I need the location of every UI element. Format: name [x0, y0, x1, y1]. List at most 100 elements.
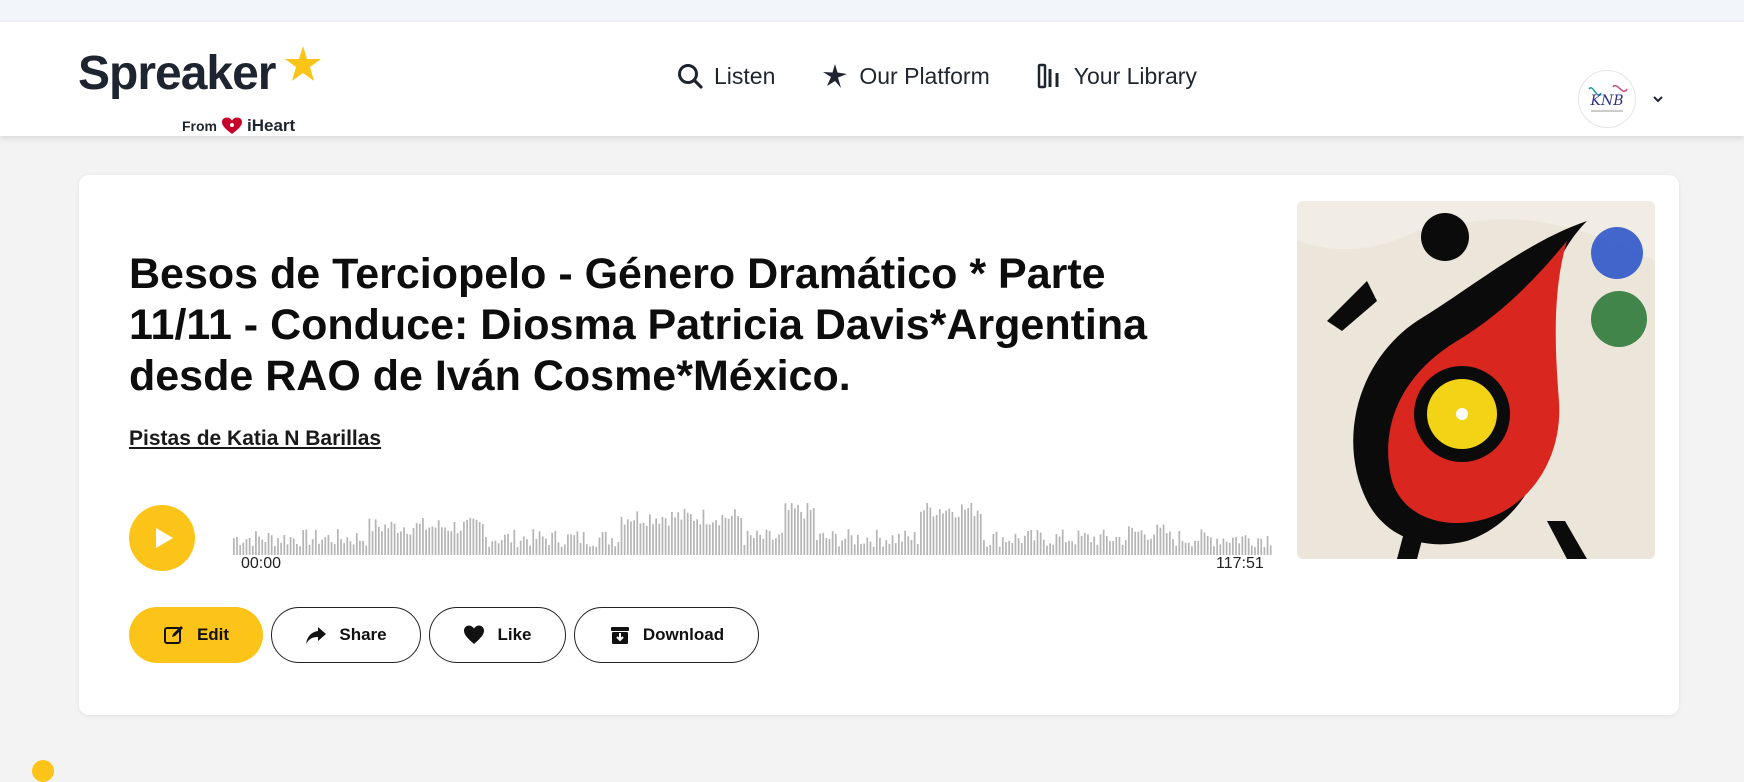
waveform-bar [942, 513, 944, 555]
waveform-bar [904, 530, 906, 555]
nav-your-library[interactable]: Your Library [1036, 62, 1197, 90]
waveform-bar [1099, 534, 1102, 555]
waveform-bar [866, 537, 869, 555]
waveform-bar [510, 542, 513, 555]
waveform-bar [712, 522, 714, 555]
waveform-bar [642, 522, 645, 555]
sparkle-icon [823, 64, 848, 88]
iheart-icon [222, 117, 242, 134]
waveform-bar [718, 525, 721, 555]
waveform-bar [1014, 533, 1017, 555]
waveform-bar [1269, 545, 1272, 555]
waveform-bar [459, 530, 462, 555]
waveform-bar [926, 503, 929, 555]
waveform-bar [995, 531, 998, 555]
waveform-bar [251, 545, 254, 555]
waveform-bar [1102, 529, 1105, 555]
waveform-bar [762, 538, 765, 555]
waveform-bar [989, 544, 992, 555]
waveform-bar [671, 511, 673, 555]
waveform-bar [333, 544, 336, 555]
waveform-bar [245, 539, 248, 555]
waveform-bar [894, 542, 897, 555]
waveform-bar [626, 519, 629, 555]
waveform-bar [1216, 538, 1218, 555]
spreaker-logo[interactable]: Spreaker From iHeart [78, 46, 321, 135]
waveform-bar [437, 520, 440, 555]
waveform-bar [415, 523, 418, 555]
waveform-bar [1071, 541, 1074, 555]
waveform-bar [664, 518, 667, 555]
waveform-bar [598, 537, 601, 555]
waveform-bar [289, 537, 292, 555]
waveform-bar [1134, 531, 1137, 555]
waveform-bar [768, 531, 771, 555]
waveform-bar [737, 516, 739, 555]
waveform-bar [488, 546, 490, 555]
waveform-bar [800, 511, 802, 555]
waveform-bar [343, 542, 346, 555]
waveform-bar [961, 504, 963, 555]
heart-icon [464, 625, 485, 644]
waveform-bar [803, 518, 806, 555]
time-total: 117:51 [1216, 555, 1264, 572]
share-button[interactable]: Share [271, 607, 421, 663]
waveform-bar [352, 544, 355, 555]
waveform-bar [396, 533, 399, 555]
user-menu[interactable]: KNB [1578, 70, 1666, 128]
waveform-bar [585, 544, 588, 555]
waveform-bar [1090, 542, 1092, 555]
episode-artwork[interactable] [1297, 201, 1655, 559]
waveform-bar [554, 530, 557, 555]
waveform-bar [699, 524, 702, 555]
waveform-bar [1266, 535, 1269, 555]
waveform-bar [743, 545, 746, 555]
waveform-bar [311, 539, 314, 555]
waveform-bar [781, 532, 784, 555]
corner-indicator [32, 760, 54, 782]
podcast-link[interactable]: Pistas de Katia N Barillas [129, 427, 381, 451]
waveform-bar [409, 534, 412, 555]
waveform-bar [652, 524, 654, 555]
waveform-bar [469, 517, 472, 555]
waveform-bar [371, 531, 374, 555]
edit-button[interactable]: Edit [129, 607, 263, 663]
waveform-bar [954, 517, 957, 555]
waveform-bar [604, 531, 607, 555]
waveform-bar [869, 541, 872, 555]
waveform-bar [1200, 529, 1203, 555]
avatar[interactable]: KNB [1578, 70, 1636, 128]
logo-wordmark: Spreaker [78, 47, 276, 100]
waveform-bar [765, 529, 768, 555]
waveform-bar [970, 503, 973, 555]
waveform-bar [1228, 542, 1231, 555]
waveform-bar [696, 519, 698, 555]
nav-listen[interactable]: Listen [676, 62, 775, 90]
waveform-bar [1260, 538, 1263, 555]
waveform-bar [327, 534, 330, 555]
nav-our-platform[interactable]: Our Platform [821, 62, 990, 90]
waveform-bar [529, 545, 531, 555]
waveform-bar [639, 523, 642, 555]
like-button[interactable]: Like [429, 607, 566, 663]
waveform-bar [1049, 543, 1051, 555]
waveform-bar [809, 509, 812, 555]
waveform-bar [513, 529, 516, 555]
waveform[interactable] [233, 503, 1273, 555]
play-button[interactable] [129, 505, 195, 571]
waveform-bar [412, 528, 415, 555]
waveform-bar [280, 542, 282, 555]
waveform-bar [1213, 546, 1215, 555]
download-button[interactable]: Download [574, 607, 759, 663]
waveform-bar [349, 541, 352, 555]
waveform-bar [1222, 538, 1225, 555]
waveform-bar [560, 546, 563, 555]
waveform-bar [1087, 534, 1089, 555]
waveform-bar [775, 538, 777, 555]
waveform-bar [1074, 544, 1077, 555]
waveform-bar [337, 529, 339, 555]
main-nav: Listen Our Platform Your Library [676, 62, 1197, 90]
waveform-bar [1197, 540, 1200, 555]
waveform-bar [444, 527, 446, 555]
waveform-bar [567, 534, 569, 555]
